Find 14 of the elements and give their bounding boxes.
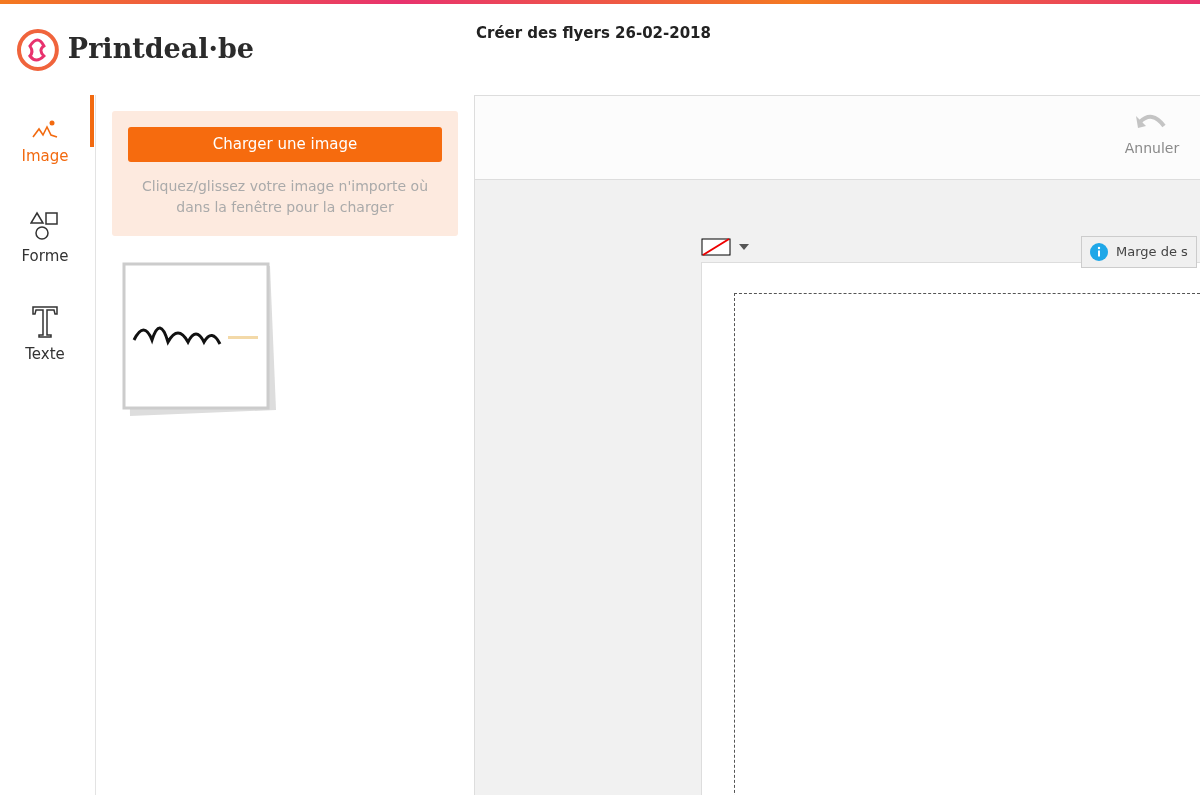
info-icon bbox=[1090, 242, 1108, 261]
upload-hint: Cliquez/glissez votre image n'importe où dans la fenêtre pour la charger bbox=[141, 176, 429, 217]
nav-tab[interactable]: Texte bbox=[0, 287, 90, 383]
logo-text: Printdeal·be bbox=[67, 32, 254, 67]
nav-tab[interactable]: Image bbox=[0, 95, 90, 191]
nav-tab[interactable]: Forme bbox=[0, 191, 90, 287]
upload-button[interactable]: Charger une image bbox=[128, 127, 442, 162]
tooltip-text: Marge de s bbox=[1116, 243, 1188, 261]
fill-color-swatch[interactable] bbox=[701, 238, 731, 256]
chart-line-icon bbox=[31, 118, 59, 141]
dropdown-caret-icon[interactable] bbox=[739, 244, 749, 250]
page-title: Créer des flyers 26-02-2018 bbox=[476, 23, 711, 44]
text-icon bbox=[31, 304, 59, 339]
shapes-icon bbox=[30, 210, 60, 241]
